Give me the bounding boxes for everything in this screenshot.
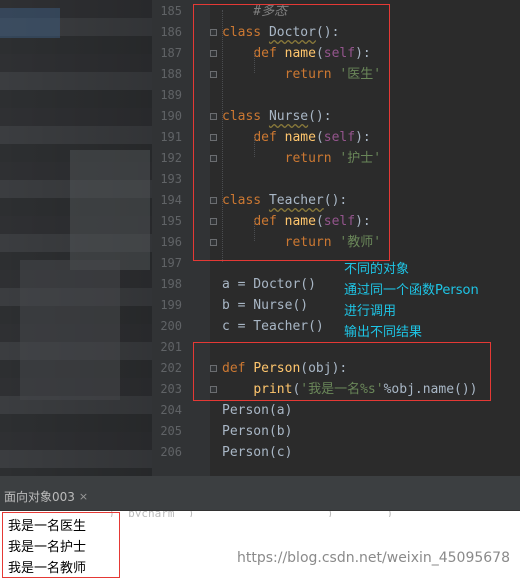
close-icon[interactable]: × [79,484,88,510]
line-number[interactable]: 201 [152,337,182,358]
code-line[interactable]: c = Teacher() [222,316,324,337]
blurred-region [70,150,150,270]
highlight-box-output [2,512,120,578]
annotation-line: 进行调用 [344,304,397,319]
run-tab-label: 面向对象003 [4,490,75,504]
code-line[interactable]: Person(a) [222,400,292,421]
line-number[interactable]: 192 [152,148,182,169]
line-number[interactable]: 189 [152,85,182,106]
blurred-region [20,260,120,400]
blurred-region [0,8,60,38]
line-number[interactable]: 186 [152,22,182,43]
line-number[interactable]: 193 [152,169,182,190]
code-line[interactable]: Person(b) [222,421,292,442]
run-tool-window-header: 面向对象003 × [0,484,520,511]
line-number[interactable]: 185 [152,1,182,22]
line-number[interactable]: 202 [152,358,182,379]
line-number[interactable]: 206 [152,442,182,463]
line-number[interactable]: 197 [152,253,182,274]
line-number[interactable]: 191 [152,127,182,148]
tab-run-config[interactable]: 面向对象003 × [0,484,96,510]
line-number[interactable]: 200 [152,316,182,337]
code-token: Person(a) [222,403,293,418]
code-line[interactable]: Person(c) [222,442,292,463]
code-token: c = Teacher() [222,319,324,334]
annotation-line: 输出不同结果 [344,325,423,340]
code-token: Person(c) [222,445,293,460]
highlight-box-function [193,342,491,401]
line-number[interactable]: 190 [152,106,182,127]
line-number[interactable]: 188 [152,64,182,85]
line-number[interactable]: 199 [152,295,182,316]
line-number[interactable]: 198 [152,274,182,295]
line-number[interactable]: 204 [152,400,182,421]
panel-divider[interactable] [0,476,520,484]
line-number[interactable]: 195 [152,211,182,232]
line-number[interactable]: 187 [152,43,182,64]
line-number[interactable]: 196 [152,232,182,253]
line-number[interactable]: 194 [152,190,182,211]
highlight-box-classes [193,4,390,261]
annotation-line: 通过同一个函数Person [344,283,479,298]
annotation-line: 不同的对象 [344,262,410,277]
watermark: https://blog.csdn.net/weixin_45095678 [236,550,510,566]
code-line[interactable]: b = Nurse() [222,295,308,316]
code-token: a = Doctor() [222,277,316,292]
line-number[interactable]: 203 [152,379,182,400]
console-command-line: ) pycharm ) ) ) [95,511,455,517]
line-number[interactable]: 205 [152,421,182,442]
code-line[interactable]: a = Doctor() [222,274,316,295]
code-token: Person(b) [222,424,293,439]
code-token: b = Nurse() [222,298,309,313]
